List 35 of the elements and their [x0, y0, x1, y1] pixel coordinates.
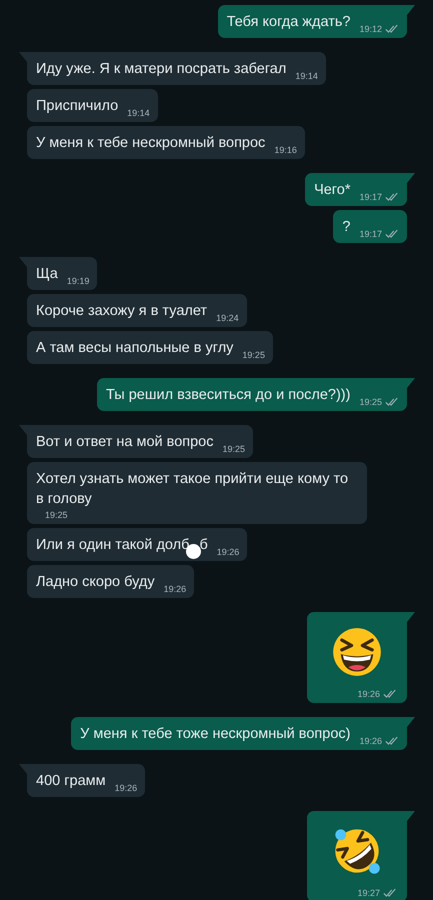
message-time: 19:17 [359, 228, 382, 240]
message-time: 19:25 [222, 443, 246, 455]
message-time: 19:26 [357, 688, 380, 700]
message-text: Хотел узнать может такое прийти еще кому то в голову [36, 470, 350, 509]
message-text: ? [342, 218, 350, 237]
message-time: 19:25 [45, 509, 68, 521]
message-text: Короче захожу я в туалет [36, 302, 208, 321]
message-text: А там весы напольные в углу [36, 339, 234, 358]
message-time: 19:14 [295, 70, 318, 82]
message-text: Ты решил взвеситься до и после?))) [106, 386, 350, 405]
message-text: У меня к тебе нескромный вопрос [36, 134, 266, 153]
message-time: 19:16 [274, 144, 297, 156]
message-text: Иду уже. Я к матери посрать забегал [36, 60, 286, 79]
message-text: Приспичило [36, 97, 118, 116]
message-text: б [199, 536, 208, 555]
message-time: 19:12 [359, 23, 382, 35]
message-time: 19:19 [66, 275, 90, 287]
message-time: 19:25 [242, 349, 265, 361]
message-text: У меня к тебе тоже нескромный вопрос) [80, 725, 350, 744]
message-time: 19:26 [114, 782, 138, 794]
message-text: Чего* [314, 181, 350, 200]
message-text: Ща [36, 265, 58, 284]
message-time: 19:26 [164, 583, 186, 595]
message-text: Тебя когда ждать? [226, 13, 350, 32]
message-time: 19:25 [359, 396, 382, 408]
message-time: 19:14 [127, 107, 150, 119]
message-time: 19:24 [216, 312, 239, 324]
message-text: Вот и ответ на мой вопрос [36, 433, 214, 452]
message-time: 19:26 [359, 735, 382, 747]
message-text: Или я один такой долб [36, 536, 190, 555]
message-time: 19:26 [216, 546, 240, 558]
message-time: 19:27 [357, 887, 380, 899]
message-time: 19:17 [359, 191, 382, 203]
message-text: 400 грамм [36, 772, 106, 791]
message-text: Ладно скоро буду [36, 573, 155, 592]
